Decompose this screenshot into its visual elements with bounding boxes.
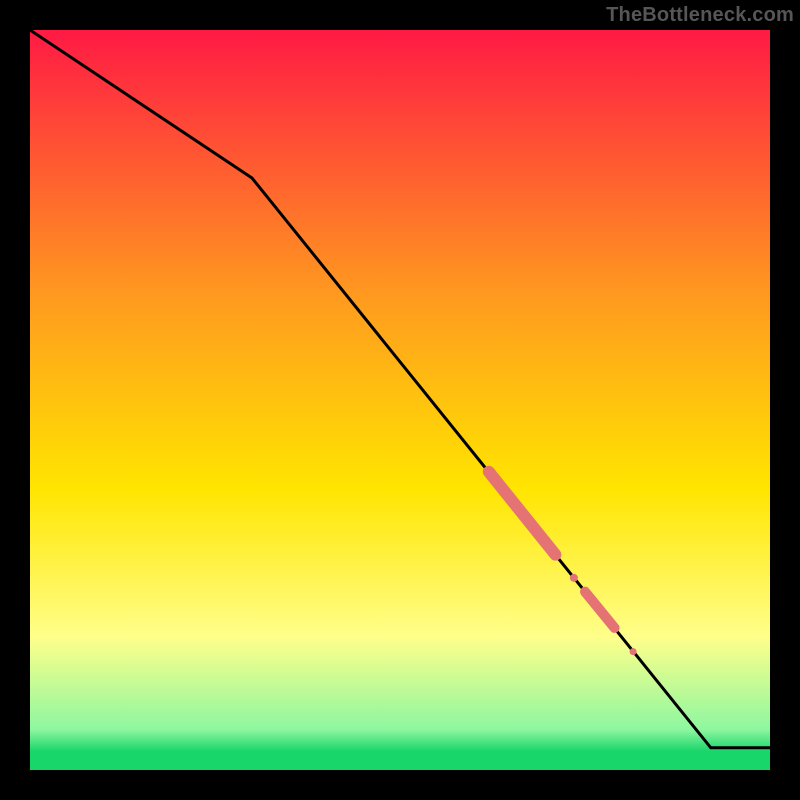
dot-1 — [570, 574, 578, 582]
chart-svg — [30, 30, 770, 770]
attribution-label: TheBottleneck.com — [606, 4, 794, 27]
gradient-background — [30, 30, 770, 770]
dot-2 — [630, 648, 637, 655]
chart-frame: TheBottleneck.com — [0, 0, 800, 800]
plot-area — [30, 30, 770, 770]
